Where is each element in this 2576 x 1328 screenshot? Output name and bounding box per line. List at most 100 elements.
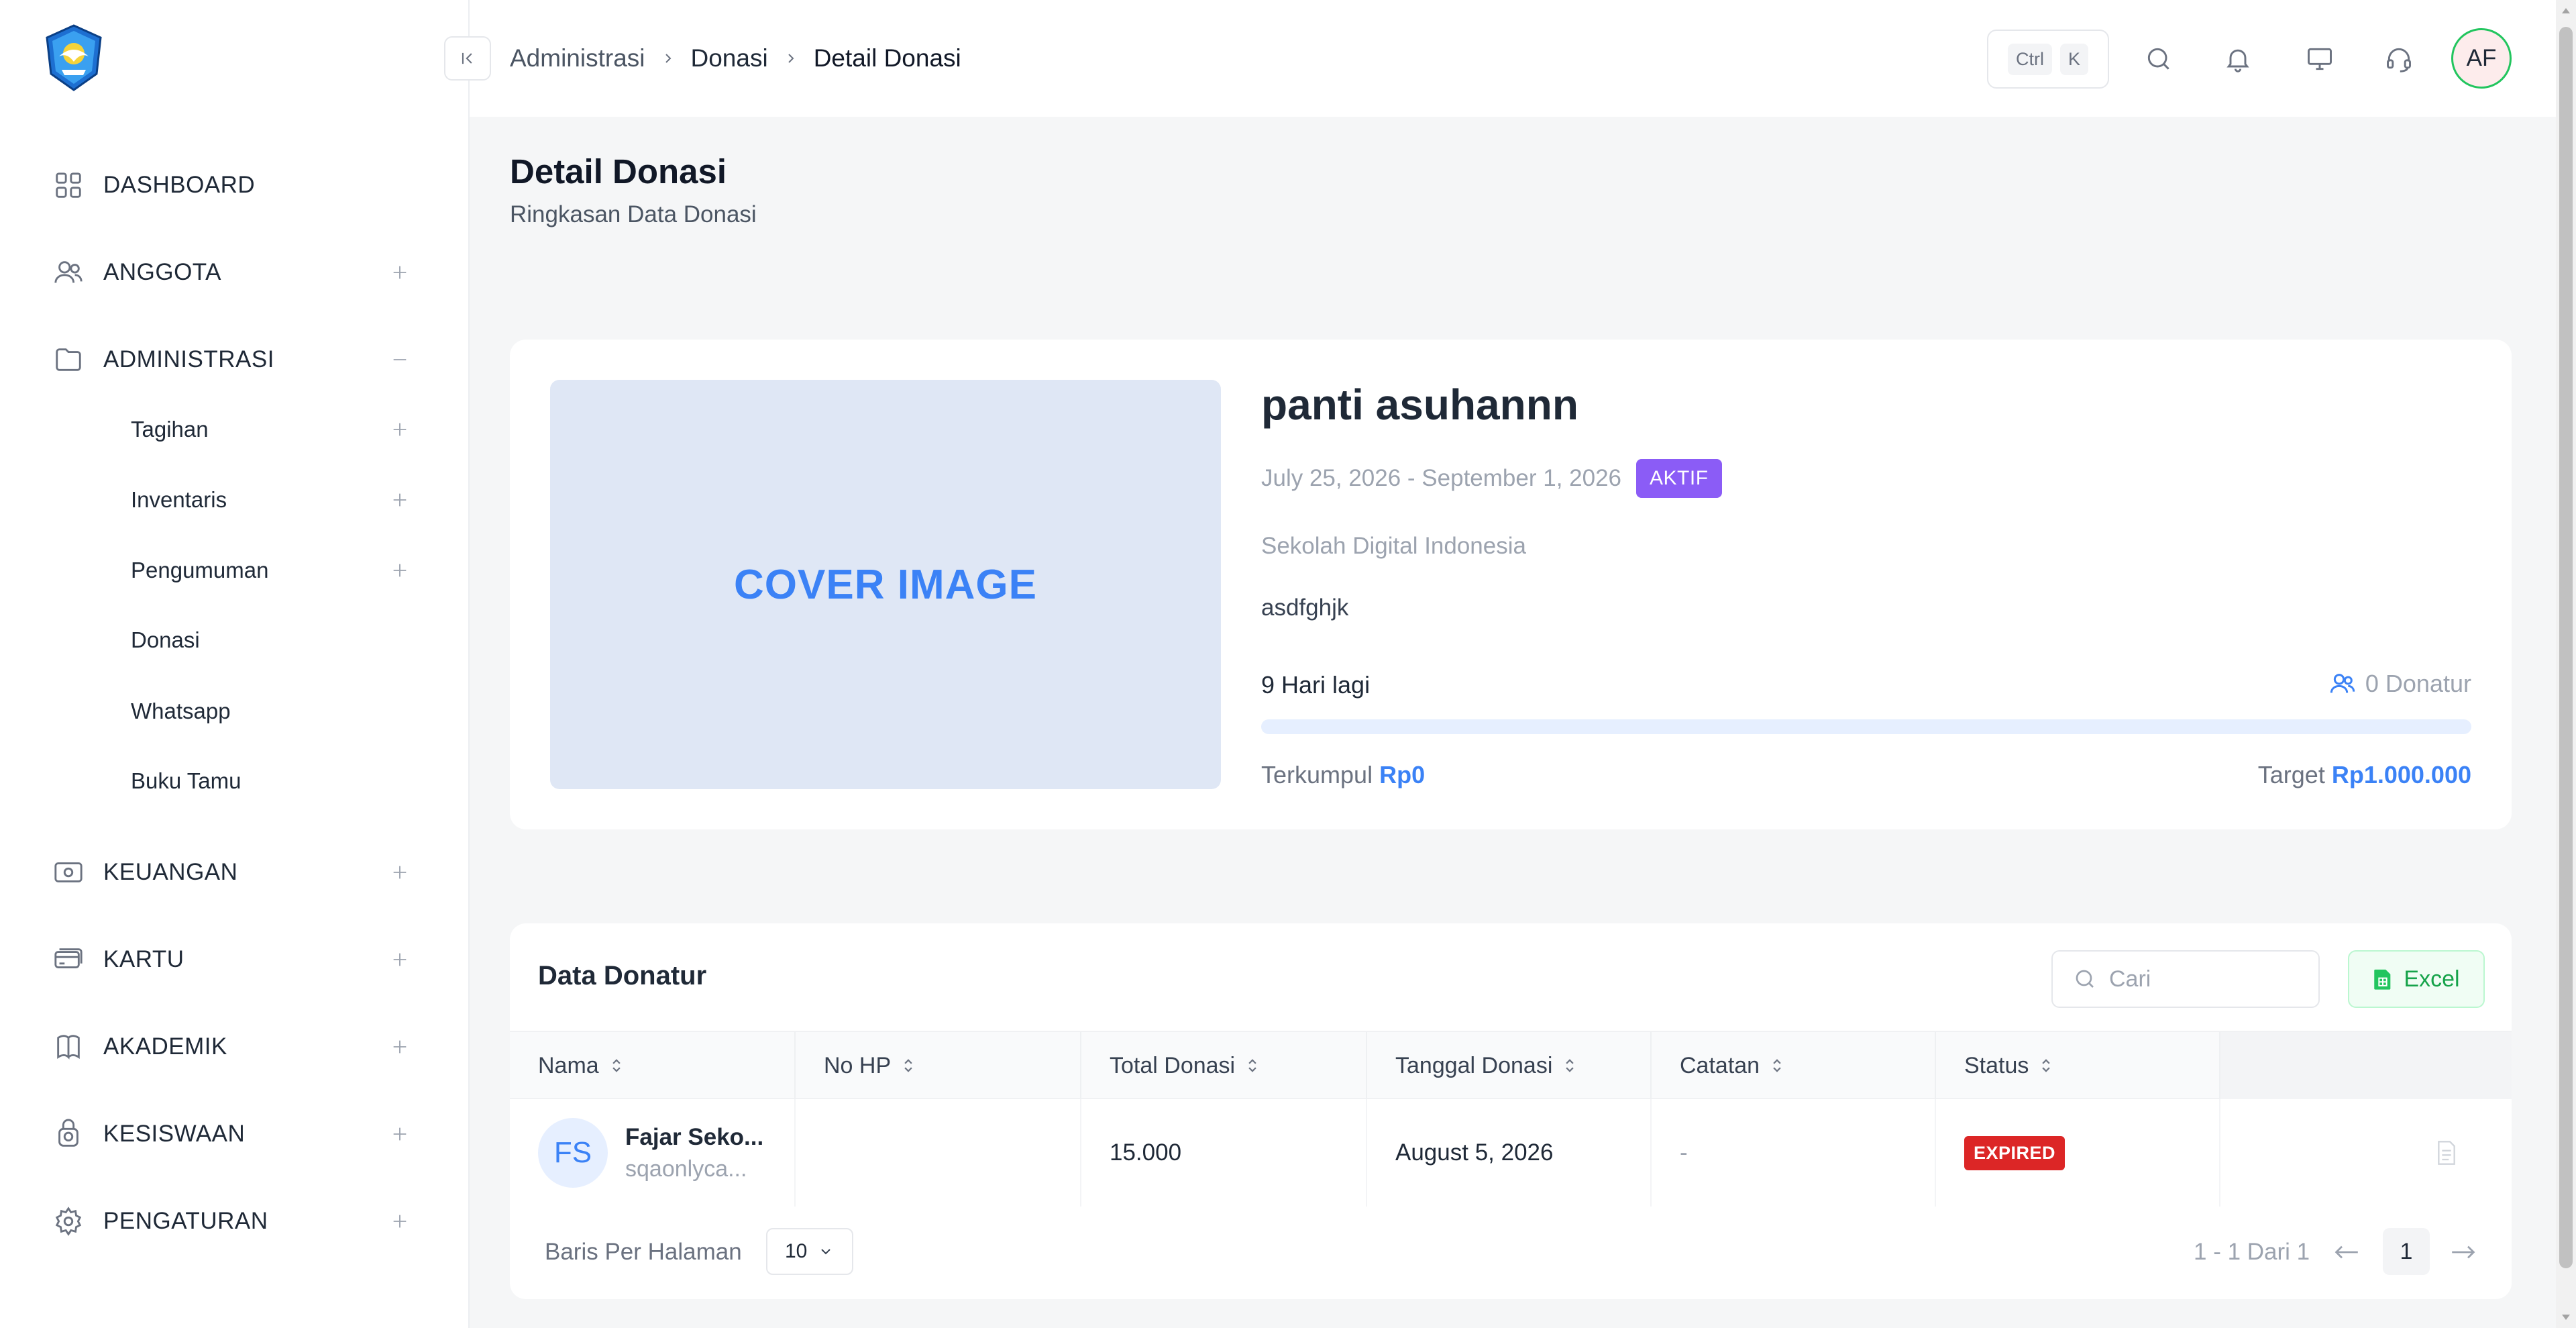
sort-icon (1246, 1057, 1259, 1074)
excel-export-button[interactable]: Excel (2348, 950, 2485, 1008)
cell-nama: FS Fajar Seko... sqaonlyca... (510, 1099, 796, 1207)
minus-icon[interactable] (386, 346, 413, 373)
sidebar-subitem-inventaris[interactable]: Inventaris (131, 476, 413, 524)
bell-icon[interactable] (2219, 40, 2257, 78)
table-title: Data Donatur (538, 961, 707, 990)
sidebar-item-label: KARTU (103, 946, 184, 972)
money-icon (51, 855, 86, 890)
sort-icon (1770, 1057, 1784, 1074)
plus-icon[interactable] (386, 1121, 413, 1147)
sidebar-item-akademik[interactable]: AKADEMIK (51, 1020, 413, 1074)
rows-per-page-select[interactable]: 10 (766, 1228, 853, 1275)
donatur-name-block: Fajar Seko... sqaonlyca... (625, 1124, 763, 1182)
plus-icon[interactable] (386, 557, 413, 584)
sidebar-subitem-buku-tamu[interactable]: Buku Tamu (131, 757, 413, 805)
sidebar-item-administrasi[interactable]: ADMINISTRASI (51, 333, 413, 387)
sidebar-item-keuangan[interactable]: KEUANGAN (51, 846, 413, 899)
page-number-button[interactable]: 1 (2383, 1228, 2430, 1275)
sidebar-subitem-pengumuman[interactable]: Pengumuman (131, 546, 413, 595)
column-header-total-donasi[interactable]: Total Donasi (1081, 1032, 1367, 1099)
donasi-description: asdfghjk (1261, 595, 1349, 621)
sidebar-item-anggota[interactable]: ANGGOTA (51, 246, 413, 299)
search-box[interactable] (2051, 950, 2320, 1008)
chevron-right-icon (660, 50, 676, 66)
plus-icon[interactable] (386, 259, 413, 286)
collapse-icon (458, 49, 477, 68)
sidebar-subitem-tagihan[interactable]: Tagihan (131, 405, 413, 454)
column-label: Catatan (1680, 1052, 1760, 1078)
column-header-nama[interactable]: Nama (510, 1032, 796, 1099)
rows-per-page-label: Baris Per Halaman (545, 1239, 742, 1265)
donasi-school: Sekolah Digital Indonesia (1261, 533, 1526, 559)
headset-icon[interactable] (2380, 40, 2418, 78)
sidebar-item-label: PENGATURAN (103, 1208, 268, 1234)
sort-icon (610, 1057, 623, 1074)
target-amount: Target Rp1.000.000 (2258, 761, 2471, 789)
book-icon (51, 1029, 86, 1064)
search-shortcut-button[interactable]: Ctrl K (1987, 30, 2109, 89)
sidebar-item-kesiswaan[interactable]: KESISWAAN (51, 1107, 413, 1161)
donasi-progress-bar (1261, 719, 2471, 734)
column-header-no-hp[interactable]: No HP (796, 1032, 1081, 1099)
plus-icon[interactable] (386, 1033, 413, 1060)
scroll-up-icon[interactable] (2561, 5, 2571, 16)
plus-icon[interactable] (386, 416, 413, 443)
prev-page-button[interactable] (2328, 1236, 2365, 1268)
page-scrollbar[interactable] (2556, 0, 2576, 1328)
sidebar-item-pengaturan[interactable]: PENGATURAN (51, 1194, 413, 1248)
spreadsheet-icon (2373, 968, 2393, 990)
sidebar-subitem-donasi[interactable]: Donasi (131, 616, 413, 664)
monitor-icon[interactable] (2301, 40, 2339, 78)
sidebar-item-label: AKADEMIK (103, 1033, 227, 1060)
sidebar-item-label: KEUANGAN (103, 859, 238, 885)
donasi-dates: July 25, 2026 - September 1, 2026 (1261, 465, 1622, 491)
column-header-catatan[interactable]: Catatan (1652, 1032, 1936, 1099)
plus-icon[interactable] (386, 487, 413, 513)
search-icon[interactable] (2140, 40, 2178, 78)
column-header-tanggal-donasi[interactable]: Tanggal Donasi (1367, 1032, 1652, 1099)
rows-per-page-value: 10 (785, 1240, 808, 1262)
search-input[interactable] (2109, 966, 2310, 992)
card-icon (51, 942, 86, 977)
user-avatar[interactable]: AF (2451, 28, 2512, 89)
breadcrumb: Administrasi Donasi Detail Donasi (510, 42, 961, 75)
sidebar-subitem-whatsapp[interactable]: Whatsapp (131, 687, 413, 735)
days-left: 9 Hari lagi (1261, 671, 1371, 699)
next-page-button[interactable] (2445, 1236, 2482, 1268)
grid-icon (51, 168, 86, 203)
table-footer: Baris Per Halaman 10 1 - 1 Dari 1 1 (510, 1224, 2512, 1278)
users-icon (2329, 670, 2356, 697)
folder-icon (51, 342, 86, 377)
plus-icon[interactable] (386, 946, 413, 973)
sidebar-subitem-label: Inventaris (131, 487, 227, 512)
table-row[interactable]: FS Fajar Seko... sqaonlyca... 15.000 Aug… (510, 1099, 2512, 1207)
column-label: Tanggal Donasi (1395, 1052, 1553, 1078)
sidebar-item-label: ANGGOTA (103, 259, 221, 285)
sidebar-item-kartu[interactable]: KARTU (51, 933, 413, 986)
users-icon (51, 255, 86, 290)
kbd-ctrl: Ctrl (2007, 43, 2052, 75)
excel-label: Excel (2404, 966, 2460, 992)
page-subtitle: Ringkasan Data Donasi (510, 201, 757, 227)
plus-icon[interactable] (386, 1208, 413, 1235)
scrollbar-thumb[interactable] (2559, 27, 2573, 1268)
tut-wuri-handayani-logo[interactable] (39, 23, 109, 93)
breadcrumb-donasi[interactable]: Donasi (691, 44, 768, 72)
student-icon (51, 1117, 86, 1152)
collected-value: Rp0 (1379, 761, 1426, 788)
arrow-left-icon (2333, 1243, 2360, 1262)
gear-icon (51, 1204, 86, 1239)
sidebar-item-dashboard[interactable]: DASHBOARD (51, 158, 413, 212)
collapse-sidebar-button[interactable] (444, 36, 491, 81)
plus-icon[interactable] (386, 859, 413, 886)
document-icon[interactable] (2435, 1139, 2458, 1166)
search-icon (2073, 967, 2097, 991)
cover-image-placeholder: COVER IMAGE (550, 380, 1221, 789)
cell-total-donasi: 15.000 (1081, 1099, 1367, 1207)
column-header-status[interactable]: Status (1936, 1032, 2220, 1099)
chevron-right-icon (783, 50, 799, 66)
donatur-count: 0 Donatur (2329, 670, 2471, 698)
breadcrumb-administrasi[interactable]: Administrasi (510, 44, 645, 72)
scroll-down-icon[interactable] (2561, 1312, 2571, 1323)
cell-no-hp (796, 1099, 1081, 1207)
